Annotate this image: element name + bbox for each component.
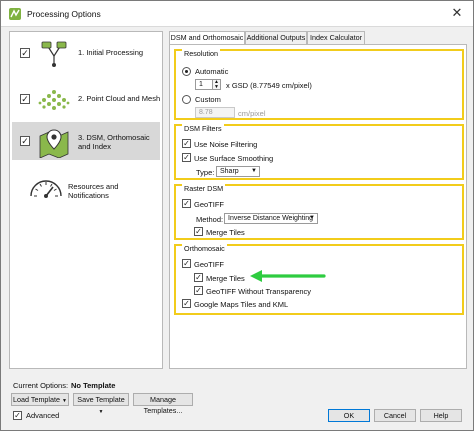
dsm-filters-group: DSM Filters ✓ Use Noise Filtering ✓ Use … [174, 124, 464, 180]
noise-filtering-checkbox[interactable]: ✓ [182, 139, 191, 148]
point-cloud-icon [34, 84, 74, 116]
tab-additional-outputs[interactable]: Additional Outputs [245, 31, 307, 44]
dsm-geotiff-checkbox[interactable]: ✓ [182, 199, 191, 208]
sidebar-item-initial-processing[interactable]: ✓ 1. Initial Processing [12, 34, 160, 74]
type-select-value: Sharp [220, 168, 239, 175]
close-icon[interactable]: ✕ [449, 5, 465, 21]
save-template-label: Save Template [77, 395, 125, 404]
title-bar: Processing Options ✕ [1, 1, 473, 27]
google-maps-label: Google Maps Tiles and KML [194, 300, 289, 309]
sidebar-item-label: 3. DSM, Orthomosaic and Index [78, 133, 150, 151]
save-template-button[interactable]: Save Template ▼ [73, 393, 129, 415]
cancel-button[interactable]: Cancel [374, 409, 416, 422]
dropdown-arrow-icon: ▼ [98, 409, 104, 415]
load-template-button[interactable]: Load Template ▼ [11, 393, 69, 406]
checkbox[interactable]: ✓ [20, 94, 30, 104]
automatic-radio[interactable] [182, 67, 191, 76]
load-template-label: Load Template [13, 395, 61, 404]
sidebar-item-label: 2. Point Cloud and Mesh [78, 94, 161, 103]
ortho-merge-tiles-checkbox[interactable]: ✓ [194, 273, 203, 282]
chevron-down-icon: ▼ [251, 168, 257, 174]
resolution-group: Resolution Automatic 1 ▲ ▼ x GSD (8.77549… [174, 49, 464, 120]
custom-resolution-input[interactable]: 8.78 [195, 107, 235, 118]
group-title: Resolution [182, 49, 220, 58]
current-options-label: Current Options: [13, 381, 69, 390]
annotation-arrow-icon [250, 270, 326, 282]
app-icon [9, 8, 21, 20]
dropdown-arrow-icon: ▼ [62, 398, 67, 404]
group-title: Orthomosaic [182, 244, 227, 253]
method-select-value: Inverse Distance Weighting [228, 215, 314, 222]
gsd-spinner[interactable]: ▲ ▼ [212, 79, 221, 90]
dsm-merge-tiles-checkbox[interactable]: ✓ [194, 227, 203, 236]
sidebar-item-point-cloud[interactable]: ✓ 2. Point Cloud and Mesh [12, 80, 160, 120]
ortho-geotiff-checkbox[interactable]: ✓ [182, 259, 191, 268]
type-label: Type: [196, 168, 215, 177]
sidebar-item-label: 1. Initial Processing [78, 48, 144, 57]
sidebar-item-label: Resources and Notifications [68, 182, 119, 200]
help-button[interactable]: Help [420, 409, 462, 422]
ortho-geotiff-label: GeoTIFF [194, 260, 225, 269]
ortho-merge-tiles-label: Merge Tiles [206, 274, 245, 283]
no-transparency-label: GeoTIFF Without Transparency [206, 287, 312, 296]
gsd-text: x GSD (8.77549 cm/pixel) [226, 81, 312, 90]
tab-index-calculator[interactable]: Index Calculator [307, 31, 365, 44]
noise-filtering-label: Use Noise Filtering [194, 140, 258, 149]
current-options-value: No Template [71, 381, 116, 390]
automatic-label: Automatic [195, 67, 229, 76]
sidebar-item-resources[interactable]: Resources and Notifications [12, 168, 160, 208]
group-title: DSM Filters [182, 124, 224, 133]
dsm-geotiff-label: GeoTIFF [194, 200, 225, 209]
initial-processing-icon [34, 38, 74, 70]
gauge-icon [26, 172, 66, 204]
google-maps-checkbox[interactable]: ✓ [182, 299, 191, 308]
tab-panel: Resolution Automatic 1 ▲ ▼ x GSD (8.77549… [169, 44, 467, 369]
custom-unit: cm/pixel [238, 109, 266, 118]
custom-label: Custom [195, 95, 221, 104]
advanced-checkbox[interactable]: ✓ [13, 411, 22, 420]
method-label: Method: [196, 215, 224, 224]
sidebar: ✓ 1. Initial Processing ✓ 2. Point Cloud… [9, 31, 163, 369]
group-title: Raster DSM [182, 184, 226, 193]
manage-templates-button[interactable]: Manage Templates... [133, 393, 193, 415]
surface-smoothing-checkbox[interactable]: ✓ [182, 153, 191, 162]
processing-options-window: Processing Options ✕ ✓ 1. Initial Proces… [0, 0, 474, 431]
dsm-merge-tiles-label: Merge Tiles [206, 228, 245, 237]
checkbox[interactable]: ✓ [20, 48, 30, 58]
sidebar-item-dsm-orthomosaic[interactable]: ✓ 3. DSM, Orthomosaic and Index [12, 122, 160, 160]
type-select[interactable]: Sharp ▼ [216, 166, 260, 177]
chevron-down-icon: ▼ [309, 215, 315, 221]
ok-button[interactable]: OK [328, 409, 370, 422]
checkbox[interactable]: ✓ [20, 136, 30, 146]
advanced-label: Advanced [26, 411, 60, 420]
method-select[interactable]: Inverse Distance Weighting ▼ [224, 213, 318, 224]
window-title: Processing Options [27, 9, 101, 19]
custom-radio[interactable] [182, 95, 191, 104]
map-pin-icon [34, 126, 74, 159]
tab-dsm-orthomosaic[interactable]: DSM and Orthomosaic [169, 31, 245, 45]
raster-dsm-group: Raster DSM ✓ GeoTIFF Method: Inverse Dis… [174, 184, 464, 240]
surface-smoothing-label: Use Surface Smoothing [194, 154, 274, 163]
no-transparency-checkbox[interactable]: ✓ [194, 286, 203, 295]
